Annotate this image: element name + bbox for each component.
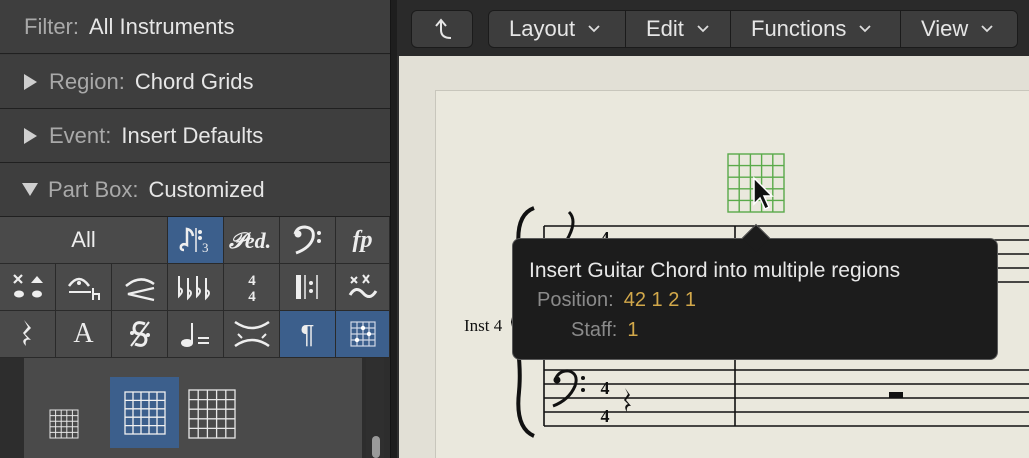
part-group-ornaments-button[interactable] — [336, 264, 390, 311]
chord-grid-large[interactable] — [184, 386, 240, 442]
palette-scroll-thumb[interactable] — [372, 436, 380, 458]
part-group-symbols-button[interactable]: ¶ — [280, 311, 336, 358]
position-label: Position: — [537, 289, 614, 311]
bass-clef-icon — [293, 225, 321, 255]
bass-clef — [552, 369, 578, 408]
chord-grid-icon — [349, 321, 376, 347]
part-group-segno-button[interactable] — [112, 311, 168, 358]
event-value: Insert Defaults — [121, 122, 264, 148]
part-group-accidentals-button[interactable] — [168, 264, 224, 311]
chord-grid-medium-icon — [123, 390, 166, 435]
whole-rest — [889, 392, 903, 398]
staff-notation: 4 4 4 — [510, 153, 1029, 438]
part-group-clef-button[interactable] — [280, 217, 336, 264]
part-group-pedal-button[interactable]: 𝒫ed. — [224, 217, 280, 264]
tooltip-staff-row: Staff: 1 — [571, 319, 638, 342]
bass-time-sig-bottom: 4 — [601, 406, 610, 426]
staff-label: Staff: — [571, 319, 618, 341]
part-group-text-button[interactable]: A — [56, 311, 112, 358]
crossing-lines-icon — [233, 320, 270, 348]
part-group-fermata-button[interactable] — [56, 264, 112, 311]
pilcrow-icon: ¶ — [300, 318, 315, 349]
partbox-value: Customized — [148, 176, 265, 202]
tuplet-icon: 3 — [179, 227, 209, 255]
chord-grid-small-icon — [49, 409, 79, 439]
part-group-dynamics-button[interactable]: fp — [336, 217, 390, 264]
fermata-icon — [67, 277, 100, 300]
svg-text:4: 4 — [248, 273, 256, 289]
region-label: Region: — [49, 68, 125, 94]
mouse-cursor-icon — [753, 176, 774, 211]
slur-hairpin-icon — [124, 278, 155, 302]
position-value: 42 1 2 1 — [623, 289, 697, 311]
region-value: Chord Grids — [134, 68, 254, 94]
svg-text:3: 3 — [202, 240, 209, 255]
ornament-icon — [348, 274, 377, 298]
part-group-rests-button[interactable] — [0, 311, 56, 358]
disclosure-down-icon[interactable] — [22, 183, 38, 196]
tooltip-title: Insert Guitar Chord into multiple region… — [529, 259, 901, 282]
svg-text:4: 4 — [248, 289, 256, 304]
part-group-time-signature-button[interactable]: 4 4 — [224, 264, 280, 311]
score-editor: Layout Edit Functions View 4 4 Inst 4 — [397, 0, 1029, 458]
noteheads-icon — [12, 274, 43, 298]
repeat-barline-icon — [295, 275, 318, 299]
chord-grid-small[interactable] — [46, 406, 82, 442]
quarter-rest — [624, 388, 631, 412]
all-label: All — [71, 227, 96, 252]
part-group-hairpin-button[interactable] — [112, 264, 168, 311]
filter-row[interactable]: Filter: All Instruments — [0, 0, 390, 54]
score-inspector: Filter: All Instruments Region: Chord Gr… — [0, 0, 391, 458]
part-group-noteheads-button[interactable] — [0, 264, 56, 311]
instrument-name: Inst 4 — [464, 316, 503, 335]
tooltip-position-row: Position: 42 1 2 1 — [537, 289, 696, 312]
chord-grid-large-icon — [188, 389, 236, 439]
part-group-tempo-button[interactable] — [168, 311, 224, 358]
region-row[interactable]: Region: Chord Grids — [0, 55, 390, 109]
part-group-all-button[interactable]: All — [0, 217, 168, 264]
svg-text:𝒫ed.: 𝒫ed. — [229, 228, 271, 253]
bass-time-sig-top: 4 — [601, 378, 610, 398]
flats-icon — [177, 276, 210, 301]
disclosure-right-icon[interactable] — [24, 73, 37, 90]
quarter-rest-icon — [22, 320, 31, 346]
filter-label: Filter: — [24, 13, 79, 39]
text-label: A — [73, 318, 94, 349]
tempo-icon — [180, 323, 209, 347]
bass-staff — [544, 369, 1029, 427]
part-group-barlines-button[interactable] — [280, 264, 336, 311]
insert-tooltip: Insert Guitar Chord into multiple region… — [512, 223, 998, 360]
chord-grid-palette — [0, 358, 390, 458]
event-label: Event: — [49, 122, 112, 148]
segno-icon — [129, 321, 150, 347]
part-group-tuplet-button[interactable]: 3 — [168, 217, 224, 264]
time-signature-icon: 4 4 — [248, 273, 256, 304]
part-box: All 3 𝒫ed. fp 4 4 A ¶ — [0, 217, 390, 358]
disclosure-right-icon[interactable] — [24, 127, 37, 144]
staff-value: 1 — [627, 319, 639, 341]
partbox-label: Part Box: — [48, 176, 139, 202]
filter-value[interactable]: All Instruments — [89, 14, 235, 40]
partbox-row[interactable]: Part Box: Customized — [0, 163, 390, 217]
event-row[interactable]: Event: Insert Defaults — [0, 109, 390, 163]
part-group-chord-grids-button[interactable] — [336, 311, 390, 358]
dynamics-label: fp — [352, 226, 373, 253]
part-group-lines-button[interactable] — [224, 311, 280, 358]
chord-grid-medium[interactable] — [110, 377, 179, 448]
pedal-icon: 𝒫ed. — [229, 228, 271, 253]
